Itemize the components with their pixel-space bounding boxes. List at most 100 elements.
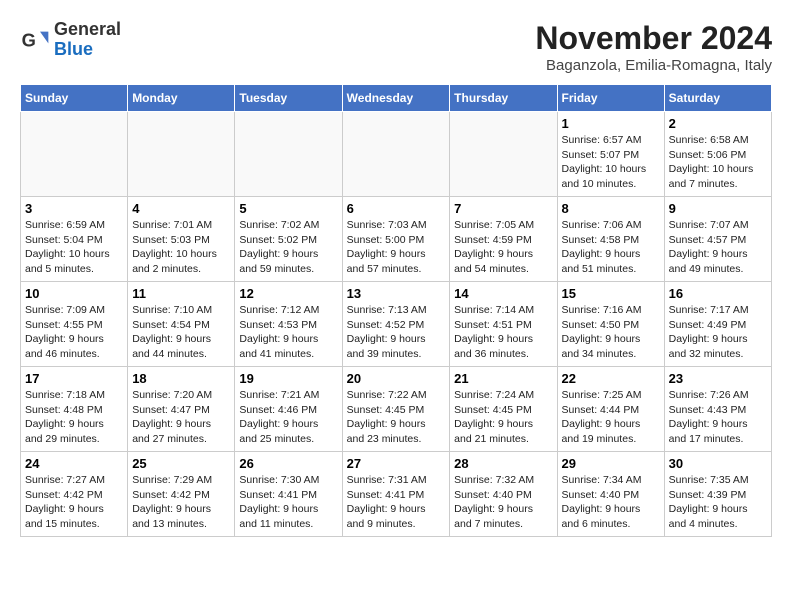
day-info: Sunrise: 6:57 AM Sunset: 5:07 PM Dayligh… xyxy=(562,133,660,192)
calendar-week-row: 3Sunrise: 6:59 AM Sunset: 5:04 PM Daylig… xyxy=(21,197,772,282)
calendar-week-row: 24 Sunrise: 7:27 AM Sunset: 4:42 PM Dayli… xyxy=(21,452,772,537)
day-number: 26 xyxy=(239,456,337,471)
calendar-cell xyxy=(450,112,557,197)
calendar-cell: 30 Sunrise: 7:35 AM Sunset: 4:39 PM Dayli… xyxy=(664,452,771,537)
calendar-cell xyxy=(21,112,128,197)
day-number: 2 xyxy=(669,116,767,131)
day-number: 5 xyxy=(239,201,337,216)
day-info: Sunrise: 7:20 AM Sunset: 4:47 PM Dayligh… xyxy=(132,388,230,447)
calendar-cell: 20 Sunrise: 7:22 AM Sunset: 4:45 PM Dayli… xyxy=(342,367,450,452)
day-number: 16 xyxy=(669,286,767,301)
calendar-cell: 16 Sunrise: 7:17 AM Sunset: 4:49 PM Dayli… xyxy=(664,282,771,367)
day-number: 24 xyxy=(25,456,123,471)
day-number: 22 xyxy=(562,371,660,386)
day-number: 6 xyxy=(347,201,446,216)
calendar-cell: 21 Sunrise: 7:24 AM Sunset: 4:45 PM Dayli… xyxy=(450,367,557,452)
calendar-cell: 7 Sunrise: 7:05 AM Sunset: 4:59 PM Daylig… xyxy=(450,197,557,282)
calendar-cell: 5 Sunrise: 7:02 AM Sunset: 5:02 PM Daylig… xyxy=(235,197,342,282)
day-number: 13 xyxy=(347,286,446,301)
day-info: Sunrise: 7:24 AM Sunset: 4:45 PM Dayligh… xyxy=(454,388,552,447)
day-info: Sunrise: 7:09 AM Sunset: 4:55 PM Dayligh… xyxy=(25,303,123,362)
day-info: Sunrise: 7:34 AM Sunset: 4:40 PM Dayligh… xyxy=(562,473,660,532)
day-number: 25 xyxy=(132,456,230,471)
month-title: November 2024 xyxy=(535,20,772,57)
day-info: Sunrise: 7:03 AM Sunset: 5:00 PM Dayligh… xyxy=(347,218,446,277)
day-number: 28 xyxy=(454,456,552,471)
day-info: Sunrise: 7:35 AM Sunset: 4:39 PM Dayligh… xyxy=(669,473,767,532)
day-number: 30 xyxy=(669,456,767,471)
calendar-cell: 26 Sunrise: 7:30 AM Sunset: 4:41 PM Dayli… xyxy=(235,452,342,537)
day-info: Sunrise: 7:22 AM Sunset: 4:45 PM Dayligh… xyxy=(347,388,446,447)
calendar-cell: 9 Sunrise: 7:07 AM Sunset: 4:57 PM Daylig… xyxy=(664,197,771,282)
day-number: 7 xyxy=(454,201,552,216)
day-number: 20 xyxy=(347,371,446,386)
calendar-cell: 24 Sunrise: 7:27 AM Sunset: 4:42 PM Dayli… xyxy=(21,452,128,537)
day-info: Sunrise: 7:02 AM Sunset: 5:02 PM Dayligh… xyxy=(239,218,337,277)
day-info: Sunrise: 7:29 AM Sunset: 4:42 PM Dayligh… xyxy=(132,473,230,532)
day-number: 29 xyxy=(562,456,660,471)
day-info: Sunrise: 7:30 AM Sunset: 4:41 PM Dayligh… xyxy=(239,473,337,532)
calendar-cell: 2Sunrise: 6:58 AM Sunset: 5:06 PM Daylig… xyxy=(664,112,771,197)
calendar-week-row: 10 Sunrise: 7:09 AM Sunset: 4:55 PM Dayli… xyxy=(21,282,772,367)
day-number: 4 xyxy=(132,201,230,216)
calendar-week-row: 17 Sunrise: 7:18 AM Sunset: 4:48 PM Dayli… xyxy=(21,367,772,452)
day-info: Sunrise: 7:25 AM Sunset: 4:44 PM Dayligh… xyxy=(562,388,660,447)
calendar-cell: 22 Sunrise: 7:25 AM Sunset: 4:44 PM Dayli… xyxy=(557,367,664,452)
day-number: 19 xyxy=(239,371,337,386)
day-number: 15 xyxy=(562,286,660,301)
day-number: 9 xyxy=(669,201,767,216)
calendar-cell: 10 Sunrise: 7:09 AM Sunset: 4:55 PM Dayli… xyxy=(21,282,128,367)
logo-blue: Blue xyxy=(54,39,93,59)
calendar-cell: 13 Sunrise: 7:13 AM Sunset: 4:52 PM Dayli… xyxy=(342,282,450,367)
day-number: 10 xyxy=(25,286,123,301)
calendar-table: SundayMondayTuesdayWednesdayThursdayFrid… xyxy=(20,84,772,537)
weekday-header: Wednesday xyxy=(342,85,450,112)
day-info: Sunrise: 7:32 AM Sunset: 4:40 PM Dayligh… xyxy=(454,473,552,532)
calendar-cell: 29 Sunrise: 7:34 AM Sunset: 4:40 PM Dayli… xyxy=(557,452,664,537)
day-info: Sunrise: 7:10 AM Sunset: 4:54 PM Dayligh… xyxy=(132,303,230,362)
calendar-cell: 8Sunrise: 7:06 AM Sunset: 4:58 PM Daylig… xyxy=(557,197,664,282)
calendar-cell: 19 Sunrise: 7:21 AM Sunset: 4:46 PM Dayli… xyxy=(235,367,342,452)
calendar-cell: 25 Sunrise: 7:29 AM Sunset: 4:42 PM Dayli… xyxy=(128,452,235,537)
day-info: Sunrise: 7:27 AM Sunset: 4:42 PM Dayligh… xyxy=(25,473,123,532)
logo-icon: G xyxy=(20,25,50,55)
day-info: Sunrise: 7:21 AM Sunset: 4:46 PM Dayligh… xyxy=(239,388,337,447)
day-info: Sunrise: 7:01 AM Sunset: 5:03 PM Dayligh… xyxy=(132,218,230,277)
day-info: Sunrise: 7:17 AM Sunset: 4:49 PM Dayligh… xyxy=(669,303,767,362)
day-info: Sunrise: 7:05 AM Sunset: 4:59 PM Dayligh… xyxy=(454,218,552,277)
day-number: 21 xyxy=(454,371,552,386)
day-number: 17 xyxy=(25,371,123,386)
calendar-cell: 28 Sunrise: 7:32 AM Sunset: 4:40 PM Dayli… xyxy=(450,452,557,537)
location-subtitle: Baganzola, Emilia-Romagna, Italy xyxy=(535,57,772,74)
calendar-cell: 1 Sunrise: 6:57 AM Sunset: 5:07 PM Daylig… xyxy=(557,112,664,197)
svg-text:G: G xyxy=(22,29,36,50)
day-info: Sunrise: 7:31 AM Sunset: 4:41 PM Dayligh… xyxy=(347,473,446,532)
weekday-header: Sunday xyxy=(21,85,128,112)
calendar-cell: 15 Sunrise: 7:16 AM Sunset: 4:50 PM Dayli… xyxy=(557,282,664,367)
day-info: Sunrise: 7:18 AM Sunset: 4:48 PM Dayligh… xyxy=(25,388,123,447)
day-number: 27 xyxy=(347,456,446,471)
calendar-cell: 3Sunrise: 6:59 AM Sunset: 5:04 PM Daylig… xyxy=(21,197,128,282)
calendar-cell xyxy=(342,112,450,197)
weekday-header: Tuesday xyxy=(235,85,342,112)
day-number: 18 xyxy=(132,371,230,386)
day-number: 1 xyxy=(562,116,660,131)
day-info: Sunrise: 7:13 AM Sunset: 4:52 PM Dayligh… xyxy=(347,303,446,362)
calendar-week-row: 1 Sunrise: 6:57 AM Sunset: 5:07 PM Daylig… xyxy=(21,112,772,197)
day-number: 14 xyxy=(454,286,552,301)
day-info: Sunrise: 7:16 AM Sunset: 4:50 PM Dayligh… xyxy=(562,303,660,362)
calendar-cell: 23Sunrise: 7:26 AM Sunset: 4:43 PM Dayli… xyxy=(664,367,771,452)
day-number: 3 xyxy=(25,201,123,216)
weekday-header-row: SundayMondayTuesdayWednesdayThursdayFrid… xyxy=(21,85,772,112)
calendar-cell xyxy=(128,112,235,197)
logo: G General Blue xyxy=(20,20,121,60)
calendar-cell: 17 Sunrise: 7:18 AM Sunset: 4:48 PM Dayli… xyxy=(21,367,128,452)
calendar-cell: 6 Sunrise: 7:03 AM Sunset: 5:00 PM Daylig… xyxy=(342,197,450,282)
page-header: G General Blue November 2024 Baganzola, … xyxy=(20,20,772,74)
day-number: 23 xyxy=(669,371,767,386)
day-info: Sunrise: 7:07 AM Sunset: 4:57 PM Dayligh… xyxy=(669,218,767,277)
day-info: Sunrise: 7:12 AM Sunset: 4:53 PM Dayligh… xyxy=(239,303,337,362)
day-info: Sunrise: 7:14 AM Sunset: 4:51 PM Dayligh… xyxy=(454,303,552,362)
calendar-cell: 14 Sunrise: 7:14 AM Sunset: 4:51 PM Dayli… xyxy=(450,282,557,367)
weekday-header: Friday xyxy=(557,85,664,112)
